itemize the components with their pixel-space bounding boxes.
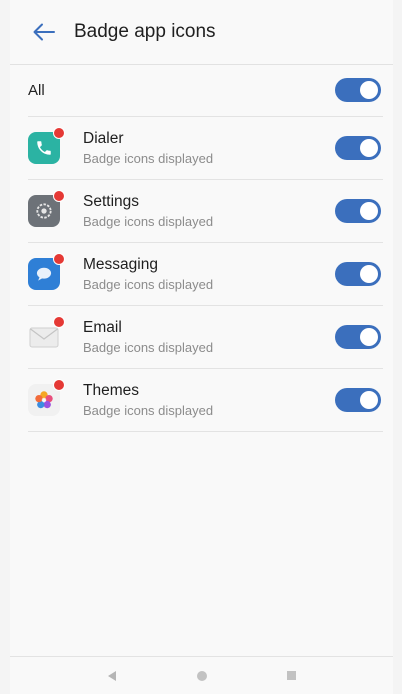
toggle-knob bbox=[360, 139, 378, 157]
all-toggle[interactable] bbox=[335, 78, 381, 102]
nav-back-button[interactable] bbox=[67, 661, 157, 691]
flower-icon bbox=[35, 391, 53, 409]
gear-icon bbox=[36, 203, 52, 219]
envelope-icon bbox=[29, 327, 59, 348]
notification-badge bbox=[53, 253, 65, 265]
email-app-icon bbox=[28, 316, 65, 353]
list-item-themes[interactable]: Themes Badge icons displayed bbox=[28, 369, 383, 432]
toggle-knob bbox=[360, 391, 378, 409]
circle-home-icon bbox=[196, 670, 207, 681]
app-bar: Badge app icons bbox=[10, 0, 393, 65]
list-item-dialer[interactable]: Dialer Badge icons displayed bbox=[28, 117, 383, 180]
screen: Badge app icons All Dialer Badge icons d… bbox=[10, 0, 393, 694]
chat-bubble-icon bbox=[36, 267, 52, 281]
all-label: All bbox=[28, 81, 45, 99]
app-status: Badge icons displayed bbox=[83, 276, 214, 292]
app-status: Badge icons displayed bbox=[83, 339, 214, 355]
notification-badge bbox=[53, 190, 65, 202]
email-toggle[interactable] bbox=[335, 325, 381, 349]
settings-toggle[interactable] bbox=[335, 199, 381, 223]
badge-settings-list: All Dialer Badge icons displayed Setting… bbox=[10, 64, 393, 432]
notification-badge bbox=[53, 379, 65, 391]
app-name: Email bbox=[83, 318, 122, 336]
phone-icon bbox=[37, 141, 51, 155]
toggle-knob bbox=[360, 265, 378, 283]
back-button[interactable] bbox=[24, 12, 64, 52]
app-name: Messaging bbox=[83, 255, 158, 273]
dialer-toggle[interactable] bbox=[335, 136, 381, 160]
app-name: Themes bbox=[83, 381, 139, 399]
all-apps-row[interactable]: All bbox=[28, 64, 383, 117]
toggle-knob bbox=[360, 328, 378, 346]
app-name: Dialer bbox=[83, 129, 124, 147]
messaging-toggle[interactable] bbox=[335, 262, 381, 286]
messaging-app-icon bbox=[28, 253, 65, 290]
app-status: Badge icons displayed bbox=[83, 213, 214, 229]
system-nav-bar bbox=[10, 656, 393, 694]
app-name: Settings bbox=[83, 192, 140, 210]
list-item-messaging[interactable]: Messaging Badge icons displayed bbox=[28, 243, 383, 306]
toggle-knob bbox=[360, 202, 378, 220]
toggle-knob bbox=[360, 81, 378, 99]
arrow-left-icon bbox=[33, 23, 55, 41]
dialer-app-icon bbox=[28, 127, 65, 164]
app-status: Badge icons displayed bbox=[83, 150, 214, 166]
nav-recents-button[interactable] bbox=[247, 661, 337, 691]
notification-badge bbox=[53, 127, 65, 139]
notification-badge bbox=[53, 316, 65, 328]
page-title: Badge app icons bbox=[74, 21, 216, 42]
square-recents-icon bbox=[287, 671, 296, 680]
themes-app-icon bbox=[28, 379, 65, 416]
app-status: Badge icons displayed bbox=[83, 402, 214, 418]
nav-home-button[interactable] bbox=[157, 661, 247, 691]
list-item-email[interactable]: Email Badge icons displayed bbox=[28, 306, 383, 369]
themes-toggle[interactable] bbox=[335, 388, 381, 412]
list-item-settings[interactable]: Settings Badge icons displayed bbox=[28, 180, 383, 243]
triangle-back-icon bbox=[107, 670, 116, 681]
settings-app-icon bbox=[28, 190, 65, 227]
